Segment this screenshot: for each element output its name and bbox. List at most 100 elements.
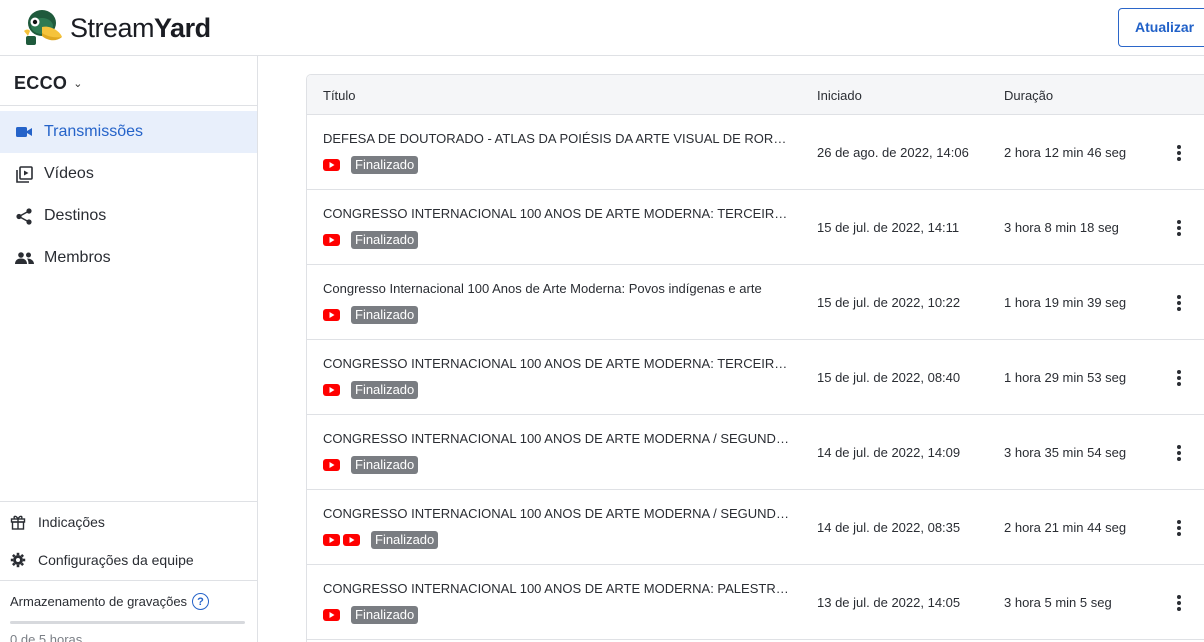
- status-badge: Finalizado: [351, 155, 419, 174]
- table-header: Título Iniciado Duração: [307, 75, 1204, 115]
- storage-label: Armazenamento de gravações ?: [10, 593, 210, 610]
- duck-logo-icon: [24, 10, 62, 45]
- sidebar: ECCO ⌄ Transmissões Vídeos Destinos Memb…: [0, 56, 258, 642]
- status-badge: Finalizado: [351, 305, 419, 324]
- destinations: Finalizado: [323, 380, 419, 399]
- destinations: Finalizado: [323, 305, 419, 324]
- duration: 1 hora 19 min 39 seg: [1004, 295, 1127, 310]
- duration: 2 hora 21 min 44 seg: [1004, 520, 1127, 535]
- share-icon: [14, 206, 34, 226]
- table-row[interactable]: CONGRESSO INTERNACIONAL 100 ANOS DE ARTE…: [307, 415, 1204, 490]
- more-options-icon[interactable]: [1169, 142, 1189, 164]
- duration: 2 hora 12 min 46 seg: [1004, 145, 1127, 160]
- more-options-icon[interactable]: [1169, 367, 1189, 389]
- video-camera-icon: [14, 122, 34, 142]
- team-selector[interactable]: ECCO ⌄: [14, 72, 83, 94]
- gift-icon: [9, 513, 27, 531]
- status-badge: Finalizado: [371, 530, 439, 549]
- duration: 3 hora 5 min 5 seg: [1004, 595, 1112, 610]
- broadcast-title[interactable]: CONGRESSO INTERNACIONAL 100 ANOS DE ARTE…: [323, 206, 793, 221]
- more-options-icon[interactable]: [1169, 592, 1189, 614]
- youtube-icon: [323, 308, 340, 321]
- sidebar-item-membros[interactable]: Membros: [0, 237, 257, 279]
- destinations: Finalizado: [323, 455, 419, 474]
- youtube-icon: [323, 533, 340, 546]
- broadcasts-table: Título Iniciado Duração DEFESA DE DOUTOR…: [306, 74, 1204, 642]
- sidebar-item-label: Destinos: [44, 207, 107, 224]
- team-name: ECCO: [14, 72, 68, 93]
- status-badge: Finalizado: [351, 230, 419, 249]
- status-badge: Finalizado: [351, 455, 419, 474]
- status-badge: Finalizado: [351, 605, 419, 624]
- sidebar-item-label: Vídeos: [44, 165, 94, 182]
- sidebar-item-label: Configurações da equipe: [38, 552, 194, 568]
- help-icon[interactable]: ?: [192, 593, 210, 610]
- broadcast-title[interactable]: CONGRESSO INTERNACIONAL 100 ANOS DE ARTE…: [323, 431, 793, 446]
- duration: 1 hora 29 min 53 seg: [1004, 370, 1127, 385]
- divider: [0, 105, 257, 106]
- more-options-icon[interactable]: [1169, 217, 1189, 239]
- storage-label-text: Armazenamento de gravações: [10, 594, 188, 609]
- logo-text-stream: Stream: [70, 12, 155, 43]
- started-date: 15 de jul. de 2022, 14:11: [817, 220, 960, 235]
- broadcast-title[interactable]: CONGRESSO INTERNACIONAL 100 ANOS DE ARTE…: [323, 356, 793, 371]
- streamyard-logo[interactable]: StreamYard: [20, 8, 211, 48]
- destinations: Finalizado: [323, 530, 439, 549]
- duration: 3 hora 35 min 54 seg: [1004, 445, 1127, 460]
- sidebar-bottom-nav: Indicações Configurações da equipe: [0, 503, 257, 579]
- gear-icon: [9, 551, 27, 569]
- broadcast-title[interactable]: DEFESA DE DOUTORADO - ATLAS DA POIÉSIS D…: [323, 131, 793, 146]
- destinations: Finalizado: [323, 155, 419, 174]
- table-row[interactable]: CONGRESSO INTERNACIONAL 100 ANOS DE ARTE…: [307, 565, 1204, 640]
- sidebar-item-indicacoes[interactable]: Indicações: [0, 503, 257, 541]
- destinations: Finalizado: [323, 605, 419, 624]
- column-header-duration: Duração: [1004, 88, 1054, 103]
- started-date: 14 de jul. de 2022, 14:09: [817, 445, 961, 460]
- table-row[interactable]: Congresso Internacional 100 Anos de Arte…: [307, 265, 1204, 340]
- youtube-icon: [323, 608, 340, 621]
- youtube-icon: [323, 383, 340, 396]
- table-row[interactable]: CONGRESSO INTERNACIONAL 100 ANOS DE ARTE…: [307, 490, 1204, 565]
- sidebar-item-label: Indicações: [38, 514, 105, 530]
- youtube-icon: [323, 158, 340, 171]
- logo-text-yard: Yard: [154, 12, 211, 43]
- youtube-icon: [343, 533, 360, 546]
- broadcast-title[interactable]: CONGRESSO INTERNACIONAL 100 ANOS DE ARTE…: [323, 506, 793, 521]
- started-date: 15 de jul. de 2022, 08:40: [817, 370, 961, 385]
- table-row[interactable]: DEFESA DE DOUTORADO - ATLAS DA POIÉSIS D…: [307, 115, 1204, 190]
- broadcast-title[interactable]: Congresso Internacional 100 Anos de Arte…: [323, 281, 793, 296]
- column-header-title: Título: [323, 88, 356, 103]
- destinations: Finalizado: [323, 230, 419, 249]
- sidebar-item-transmissoes[interactable]: Transmissões: [0, 111, 257, 153]
- chevron-down-icon: ⌄: [73, 77, 83, 90]
- column-header-started: Iniciado: [817, 88, 862, 103]
- video-library-icon: [14, 164, 34, 184]
- divider: [0, 501, 257, 502]
- broadcast-title[interactable]: CONGRESSO INTERNACIONAL 100 ANOS DE ARTE…: [323, 581, 793, 596]
- more-options-icon[interactable]: [1169, 292, 1189, 314]
- more-options-icon[interactable]: [1169, 517, 1189, 539]
- started-date: 15 de jul. de 2022, 10:22: [817, 295, 961, 310]
- sidebar-item-videos[interactable]: Vídeos: [0, 153, 257, 195]
- duration: 3 hora 8 min 18 seg: [1004, 220, 1119, 235]
- started-date: 14 de jul. de 2022, 08:35: [817, 520, 961, 535]
- top-bar: StreamYard Atualizar: [0, 0, 1204, 56]
- people-icon: [14, 248, 34, 268]
- status-badge: Finalizado: [351, 380, 419, 399]
- sidebar-nav: Transmissões Vídeos Destinos Membros: [0, 111, 257, 279]
- sidebar-item-destinos[interactable]: Destinos: [0, 195, 257, 237]
- logo-text: StreamYard: [70, 13, 211, 44]
- started-date: 26 de ago. de 2022, 14:06: [817, 145, 969, 160]
- youtube-icon: [323, 458, 340, 471]
- upgrade-button[interactable]: Atualizar: [1118, 8, 1204, 47]
- divider: [0, 580, 257, 581]
- storage-usage-text: 0 de 5 horas: [10, 632, 83, 642]
- sidebar-item-label: Membros: [44, 249, 111, 266]
- started-date: 13 de jul. de 2022, 14:05: [817, 595, 961, 610]
- sidebar-item-label: Transmissões: [44, 123, 143, 140]
- table-row[interactable]: CONGRESSO INTERNACIONAL 100 ANOS DE ARTE…: [307, 340, 1204, 415]
- table-row[interactable]: CONGRESSO INTERNACIONAL 100 ANOS DE ARTE…: [307, 190, 1204, 265]
- youtube-icon: [323, 233, 340, 246]
- sidebar-item-configuracoes[interactable]: Configurações da equipe: [0, 541, 257, 579]
- more-options-icon[interactable]: [1169, 442, 1189, 464]
